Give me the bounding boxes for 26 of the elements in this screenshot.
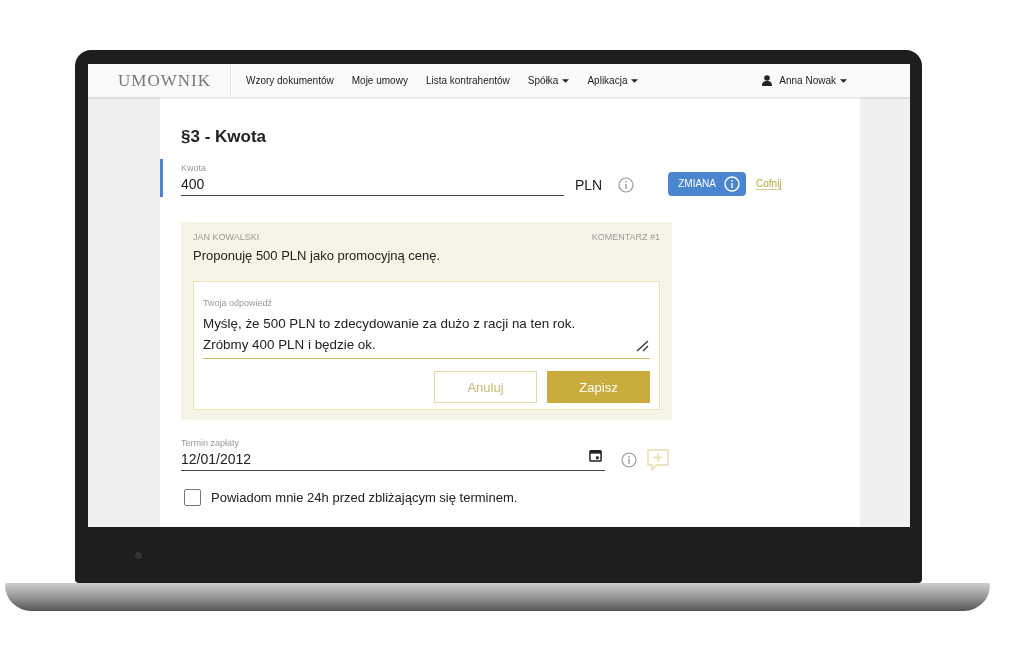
reminder-label: Powiadom mnie 24h przed zbliżającym się terminem.	[211, 490, 518, 505]
comment-author: JAN KOWALSKI	[193, 232, 260, 242]
caret-icon	[631, 78, 639, 83]
info-icon[interactable]	[621, 451, 637, 468]
nav-menu-item[interactable]: Wzory dokumentów	[230, 75, 343, 86]
caret-icon	[840, 78, 847, 83]
nav-menu-item[interactable]: Moje umowy	[342, 75, 417, 86]
info-icon	[724, 175, 740, 192]
comment-text: Proponuję 500 PLN jako promocyjną cenę.	[193, 248, 442, 263]
calendar-icon[interactable]	[589, 449, 602, 462]
info-icon[interactable]	[618, 176, 635, 193]
date-field[interactable]: Termin zapłaty 12/01/2012	[181, 438, 605, 471]
currency-label: PLN	[575, 176, 603, 193]
nav-menu-item[interactable]: Spółka	[518, 75, 579, 86]
nav-menu-item[interactable]: Lista kontrahentów	[416, 75, 519, 86]
user-menu[interactable]: Anna Nowak	[753, 75, 856, 86]
resize-grip-icon[interactable]	[636, 340, 650, 352]
checkbox[interactable]	[184, 489, 201, 506]
person-icon	[762, 75, 773, 86]
change-button[interactable]: ZMIANA	[668, 171, 746, 196]
nav-menu-item[interactable]: Aplikacja	[578, 75, 648, 86]
section-title: §3 - Kwota	[181, 127, 268, 147]
caret-icon	[562, 78, 570, 83]
reply-field[interactable]: Twoja odpowiedź Myślę, że 500 PLN to zdecydowanie za dużo z racji na ten rok. Zróbmy 400 PLN i będzie ok.	[203, 292, 650, 359]
comment-number: KOMENTARZ #1	[591, 232, 660, 242]
amount-field[interactable]: Kwota 400	[181, 163, 564, 196]
